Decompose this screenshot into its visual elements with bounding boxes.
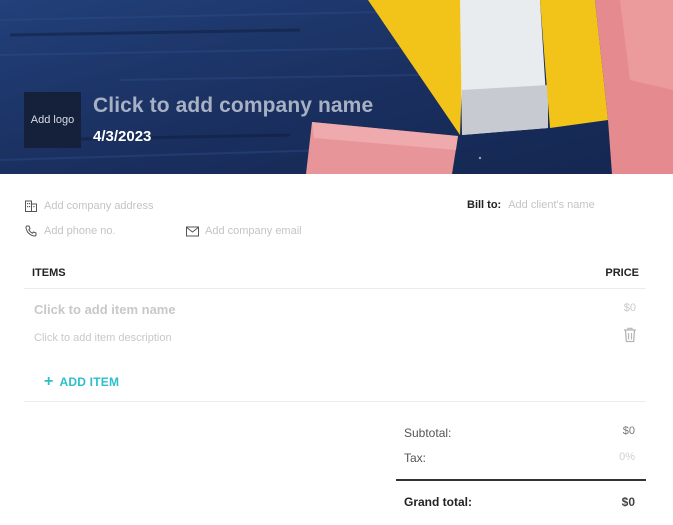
phone-row: Add phone no. <box>24 224 116 238</box>
item-description-input[interactable]: Click to add item description <box>34 332 172 344</box>
trash-icon[interactable] <box>623 327 637 343</box>
plus-icon: + <box>44 373 54 390</box>
add-item-button[interactable]: + ADD ITEM <box>44 373 120 390</box>
items-column-header: ITEMS <box>32 267 66 279</box>
price-column-header: PRICE <box>605 267 639 279</box>
add-item-label: ADD ITEM <box>59 375 120 389</box>
invoice-date-field[interactable]: 4/3/2023 <box>93 128 151 145</box>
company-address-input[interactable]: Add company address <box>44 200 153 212</box>
tax-label: Tax: <box>404 451 427 465</box>
grand-total-value: $0 <box>621 495 635 509</box>
bill-to-row: Bill to: Add client's name <box>467 199 595 211</box>
company-address-row: Add company address <box>24 199 153 213</box>
phone-input[interactable]: Add phone no. <box>44 225 116 237</box>
company-name-field[interactable]: Click to add company name <box>93 94 373 118</box>
header-banner: Add logo Click to add company name 4/3/2… <box>0 0 673 174</box>
client-name-input[interactable]: Add client's name <box>508 199 594 211</box>
add-logo-label: Add logo <box>30 113 75 126</box>
subtotal-label: Subtotal: <box>404 426 452 440</box>
add-logo-button[interactable]: Add logo <box>24 92 81 148</box>
mail-icon <box>185 224 199 238</box>
phone-icon <box>24 224 38 238</box>
bill-to-label: Bill to: <box>467 199 502 211</box>
items-table-header: ITEMS PRICE <box>24 260 646 289</box>
subtotal-value: $0 <box>622 425 635 437</box>
table-row: Click to add item name Click to add item… <box>24 289 646 351</box>
banner-background-art <box>0 0 673 174</box>
item-name-input[interactable]: Click to add item name <box>34 302 176 317</box>
totals-divider <box>396 479 646 481</box>
company-email-input[interactable]: Add company email <box>205 225 302 237</box>
items-divider <box>24 401 646 402</box>
grand-total-label: Grand total: <box>404 495 472 509</box>
building-icon <box>24 199 38 213</box>
item-price-input[interactable]: $0 <box>624 302 636 314</box>
email-row: Add company email <box>185 224 302 238</box>
tax-input[interactable]: 0% <box>619 451 635 463</box>
